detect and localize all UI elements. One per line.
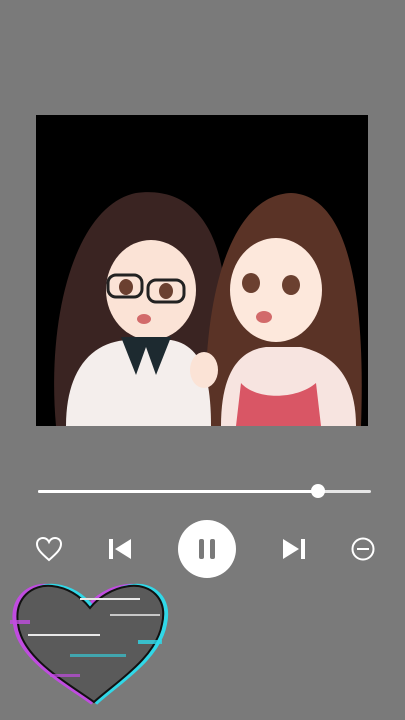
- pause-button[interactable]: [178, 520, 236, 578]
- album-artwork-illustration: [36, 115, 368, 426]
- previous-button[interactable]: [102, 520, 138, 578]
- seek-bar-thumb[interactable]: [310, 484, 325, 498]
- remove-button[interactable]: [346, 520, 380, 578]
- album-artwork: [36, 115, 368, 426]
- glitch-heart-icon: [10, 583, 169, 705]
- seek-bar[interactable]: [38, 484, 371, 498]
- like-button[interactable]: [30, 520, 68, 578]
- glitch-heart-sticker: [10, 583, 169, 705]
- pause-icon: [199, 539, 215, 559]
- heart-outline-icon: [35, 536, 63, 562]
- skip-next-icon: [283, 539, 305, 559]
- skip-previous-icon: [109, 539, 131, 559]
- seek-bar-progress: [38, 490, 318, 493]
- next-button[interactable]: [276, 520, 312, 578]
- minus-circle-icon: [351, 537, 375, 561]
